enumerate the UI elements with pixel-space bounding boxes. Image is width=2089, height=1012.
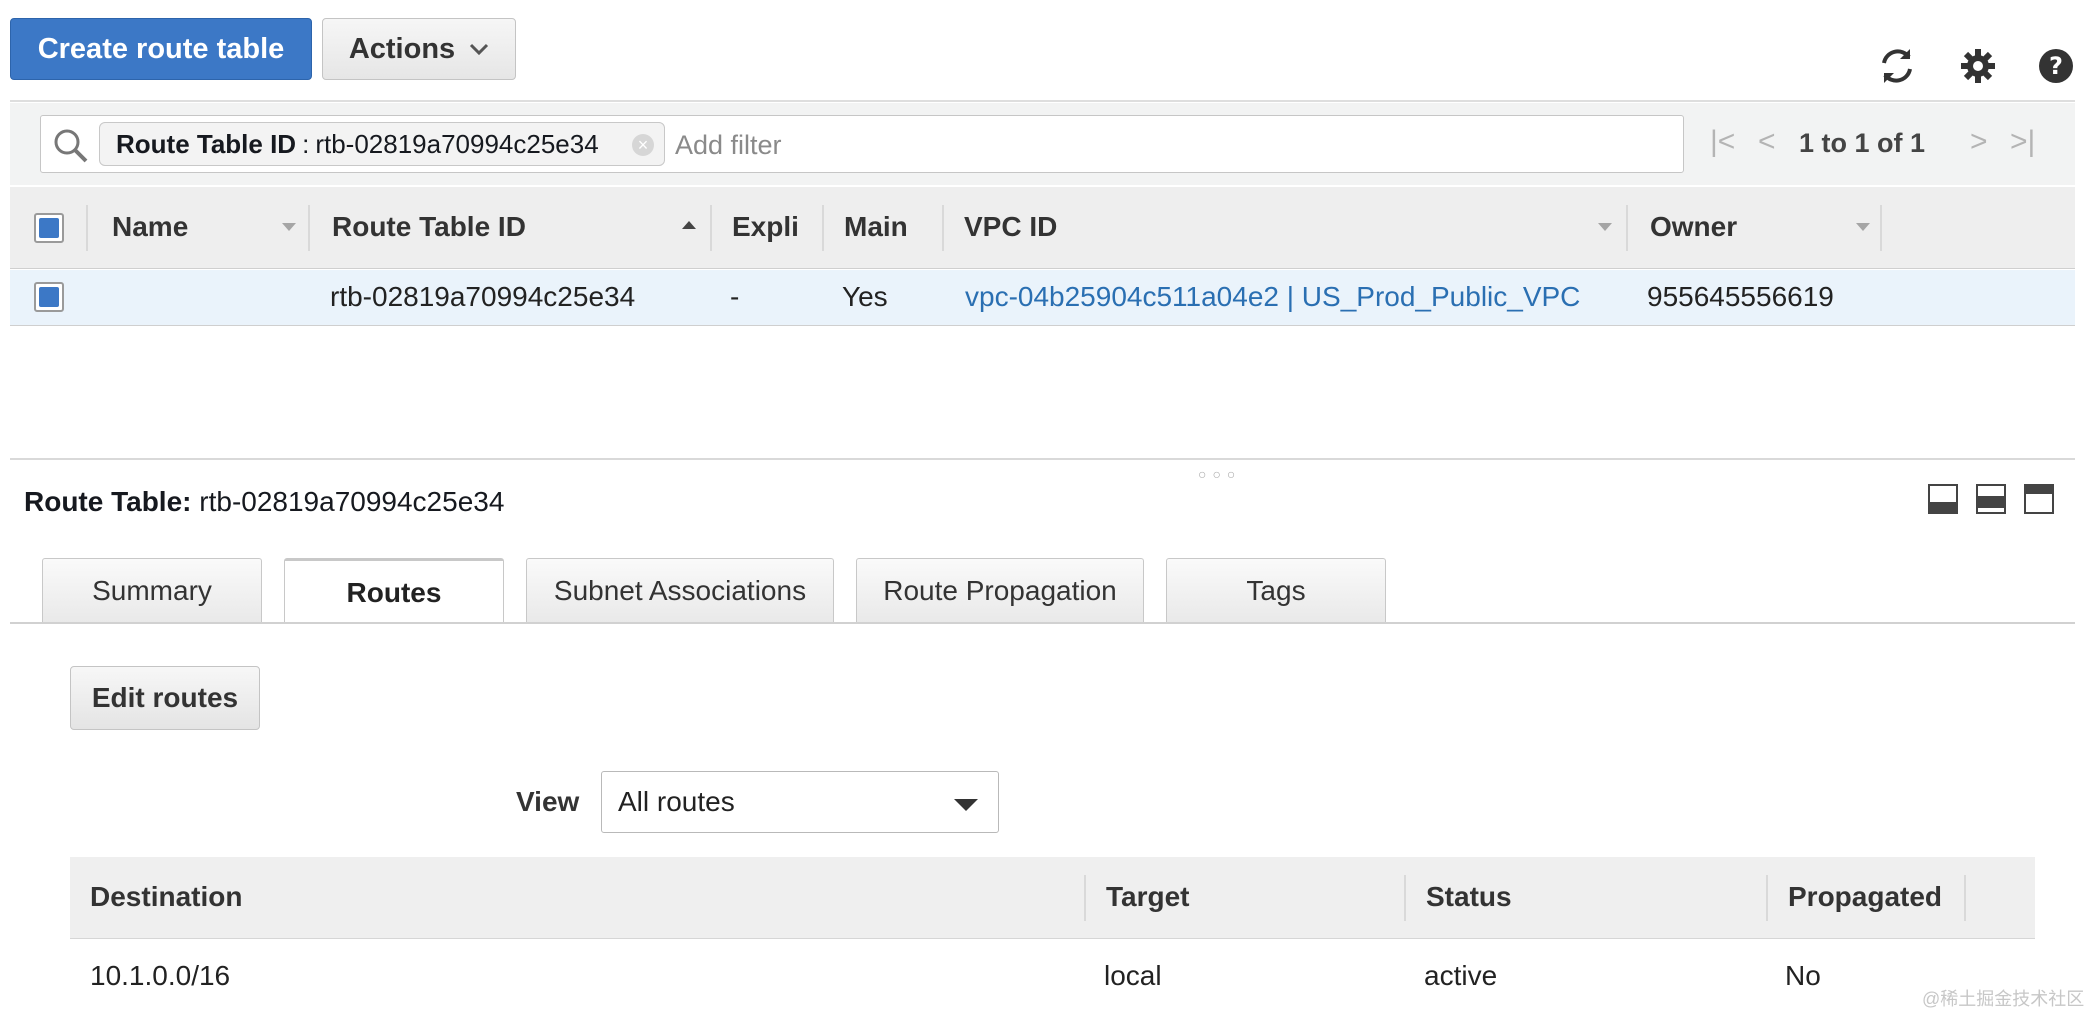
- cell-owner: 955645556619: [1647, 281, 1834, 312]
- vpc-link[interactable]: vpc-04b25904c511a04e2 | US_Prod_Public_V…: [965, 281, 1580, 313]
- next-page-icon[interactable]: >: [1970, 125, 1988, 159]
- tabs-divider: [10, 622, 2075, 624]
- splitter-handle-icon[interactable]: ○○○: [1198, 466, 1241, 482]
- pane-splitter[interactable]: [10, 458, 2075, 460]
- filter-token-value: rtb-02819a70994c25e34: [315, 128, 599, 159]
- view-select-value: All routes: [618, 786, 735, 817]
- detail-title-value: rtb-02819a70994c25e34: [199, 486, 505, 517]
- cell-status: active: [1424, 960, 1498, 991]
- help-icon[interactable]: ?: [2034, 44, 2078, 88]
- prev-page-icon[interactable]: <: [1758, 125, 1776, 159]
- cell-propagated: No: [1785, 960, 1821, 991]
- cell-main: Yes: [842, 281, 888, 312]
- select-all-checkbox[interactable]: [34, 213, 64, 243]
- filter-token[interactable]: Route Table ID : rtb-02819a70994c25e34 ×: [99, 122, 665, 166]
- actions-label: Actions: [348, 32, 456, 65]
- cell-target: local: [1104, 960, 1162, 991]
- column-header-name[interactable]: Name: [112, 211, 188, 243]
- column-header-propagated[interactable]: Propagated: [1788, 881, 1942, 913]
- table-row: 10.1.0.0/16 local active No: [70, 940, 2035, 1012]
- sort-down-icon[interactable]: [1598, 223, 1612, 231]
- detail-title-label: Route Table:: [24, 486, 192, 517]
- column-header-vpc-id[interactable]: VPC ID: [964, 211, 1057, 243]
- watermark: @稀土掘金技术社区: [1922, 989, 2085, 1009]
- layout-bottom-icon[interactable]: [1928, 484, 1958, 514]
- filter-token-sep: :: [302, 128, 310, 159]
- column-header-main[interactable]: Main: [844, 211, 908, 243]
- chevron-down-icon: [470, 43, 489, 56]
- cell-destination: 10.1.0.0/16: [90, 960, 231, 991]
- sort-down-icon[interactable]: [1856, 223, 1870, 231]
- view-select[interactable]: All routes: [601, 771, 999, 833]
- layout-split-icon[interactable]: [1976, 484, 2006, 514]
- filter-bar: Route Table ID : rtb-02819a70994c25e34 ×…: [10, 103, 2075, 185]
- route-tables-grid-header: Name Route Table ID Expli Main VPC ID Ow…: [10, 187, 2075, 269]
- edit-routes-button[interactable]: Edit routes: [70, 666, 260, 730]
- remove-filter-icon[interactable]: ×: [632, 134, 654, 156]
- layout-top-icon[interactable]: [2024, 484, 2054, 514]
- sort-up-icon[interactable]: [682, 221, 696, 229]
- first-page-icon[interactable]: |<: [1710, 125, 1735, 159]
- column-header-route-table-id[interactable]: Route Table ID: [332, 211, 526, 243]
- cell-route-table-id: rtb-02819a70994c25e34: [330, 281, 636, 312]
- column-header-destination[interactable]: Destination: [90, 881, 242, 913]
- tab-routes[interactable]: Routes: [284, 558, 504, 624]
- table-row[interactable]: rtb-02819a70994c25e34 - Yes vpc-04b25904…: [10, 270, 2075, 326]
- tab-tags[interactable]: Tags: [1166, 558, 1386, 622]
- column-header-target[interactable]: Target: [1106, 881, 1190, 913]
- gear-icon[interactable]: [1956, 44, 2000, 88]
- tab-summary[interactable]: Summary: [42, 558, 262, 622]
- caret-down-icon: [954, 799, 978, 811]
- view-label: View: [516, 786, 580, 817]
- filter-token-key: Route Table ID: [116, 128, 297, 159]
- detail-title: Route Table: rtb-02819a70994c25e34: [24, 486, 504, 518]
- tab-subnet-associations[interactable]: Subnet Associations: [526, 558, 834, 622]
- toolbar-divider: [10, 100, 2075, 102]
- column-header-owner[interactable]: Owner: [1650, 211, 1737, 243]
- row-checkbox[interactable]: [34, 282, 64, 312]
- actions-dropdown-button[interactable]: Actions: [322, 18, 516, 80]
- filter-input-box[interactable]: Route Table ID : rtb-02819a70994c25e34 ×…: [40, 115, 1684, 173]
- last-page-icon[interactable]: >|: [2010, 125, 2035, 159]
- search-icon: [54, 129, 88, 163]
- pagination-text: 1 to 1 of 1: [1799, 128, 1926, 158]
- refresh-icon[interactable]: [1875, 44, 1919, 88]
- routes-table-header: Destination Target Status Propagated: [70, 857, 2035, 939]
- column-header-status[interactable]: Status: [1426, 881, 1512, 913]
- column-header-explicit[interactable]: Expli: [732, 211, 799, 243]
- add-filter-placeholder[interactable]: Add filter: [675, 130, 782, 161]
- tab-route-propagation[interactable]: Route Propagation: [856, 558, 1144, 622]
- create-route-table-button[interactable]: Create route table: [10, 18, 312, 80]
- sort-down-icon[interactable]: [282, 223, 296, 231]
- svg-text:?: ?: [2049, 52, 2063, 80]
- cell-explicit: -: [730, 281, 740, 312]
